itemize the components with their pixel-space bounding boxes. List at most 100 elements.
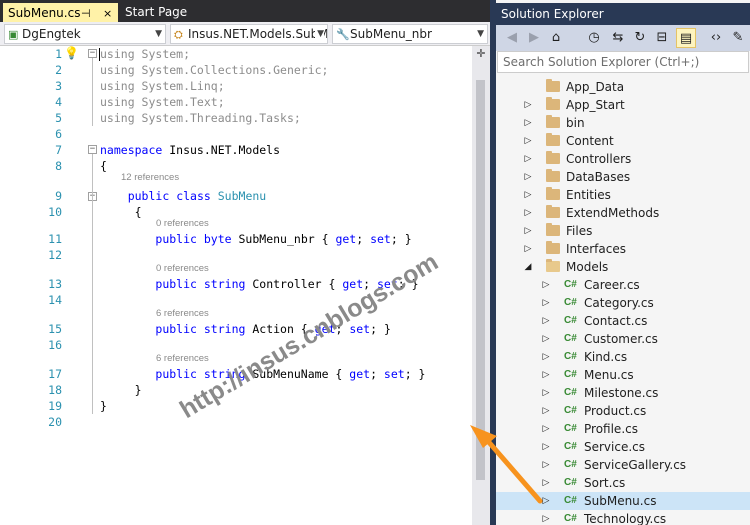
codelens-references[interactable]: 0 references bbox=[156, 262, 209, 276]
collapse-arrow-icon[interactable]: ◢ bbox=[523, 258, 533, 276]
search-input[interactable]: Search Solution Explorer (Ctrl+;) bbox=[497, 51, 749, 73]
tree-item[interactable]: ▷ Interfaces bbox=[496, 240, 750, 258]
code-token: using bbox=[100, 95, 135, 109]
tree-item[interactable]: ▷ C# ServiceGallery.cs bbox=[496, 456, 750, 474]
pin-icon[interactable]: ⊣ bbox=[81, 4, 91, 23]
tree-item[interactable]: App_Data bbox=[496, 78, 750, 96]
tree-item[interactable]: ▷ ExtendMethods bbox=[496, 204, 750, 222]
expand-arrow-icon[interactable]: ▷ bbox=[523, 132, 533, 150]
tree-item[interactable]: ▷ C# Kind.cs bbox=[496, 348, 750, 366]
csharp-file-icon: C# bbox=[564, 477, 577, 488]
code-line: 19} bbox=[0, 398, 472, 414]
collapse-all-icon[interactable]: ⊟ bbox=[652, 28, 672, 48]
lightbulb-icon[interactable]: 💡 bbox=[64, 46, 79, 60]
tab-start-page[interactable]: Start Page bbox=[120, 3, 200, 22]
history-icon[interactable]: ◷ bbox=[584, 28, 604, 48]
refresh-icon[interactable]: ↻ bbox=[630, 28, 650, 48]
tree-item[interactable]: ▷ C# Service.cs bbox=[496, 438, 750, 456]
properties-icon[interactable]: ✎ bbox=[728, 28, 748, 48]
expand-arrow-icon[interactable]: ▷ bbox=[541, 456, 551, 474]
code-text: using System; bbox=[100, 46, 190, 62]
tree-item[interactable]: ▷ App_Start bbox=[496, 96, 750, 114]
tree-item[interactable]: ▷ C# SubMenu.cs bbox=[496, 492, 750, 510]
tree-item-label: DataBases bbox=[566, 170, 631, 184]
line-number: 3 bbox=[55, 79, 62, 93]
home-icon[interactable]: ⌂ bbox=[546, 28, 566, 48]
tree-item[interactable]: ▷ C# Technology.cs bbox=[496, 510, 750, 525]
folder-open-icon bbox=[546, 259, 560, 272]
vertical-scrollbar[interactable]: ✛ bbox=[472, 46, 490, 525]
expand-arrow-icon[interactable]: ▷ bbox=[541, 474, 551, 492]
expand-arrow-icon[interactable]: ▷ bbox=[541, 312, 551, 330]
codelens-references[interactable]: 6 references bbox=[156, 352, 209, 366]
expand-arrow-icon[interactable]: ▷ bbox=[541, 492, 551, 510]
collapse-region-icon[interactable]: − bbox=[88, 49, 97, 58]
tree-item[interactable]: ▷ C# Product.cs bbox=[496, 402, 750, 420]
csharp-file-icon: C# bbox=[564, 369, 577, 380]
code-token: get bbox=[342, 277, 364, 291]
forward-icon[interactable]: ▶ bbox=[524, 28, 544, 48]
tree-item[interactable]: ◢ Models bbox=[496, 258, 750, 276]
scrollbar-thumb[interactable] bbox=[476, 80, 485, 480]
expand-arrow-icon[interactable]: ▷ bbox=[541, 402, 551, 420]
expand-arrow-icon[interactable]: ▷ bbox=[523, 204, 533, 222]
codelens-references[interactable]: 0 references bbox=[156, 217, 209, 231]
tree-item[interactable]: ▷ DataBases bbox=[496, 168, 750, 186]
expand-arrow-icon[interactable]: ▷ bbox=[541, 510, 551, 525]
type-dropdown[interactable]: ⛭ Insus.NET.Models.SubMenu ▼ bbox=[170, 24, 328, 44]
member-dropdown[interactable]: 🔧SubMenu_nbr ▼ bbox=[332, 24, 488, 44]
tree-item[interactable]: ▷ C# Milestone.cs bbox=[496, 384, 750, 402]
member-dropdown-value: SubMenu_nbr bbox=[350, 27, 432, 41]
view-code-icon[interactable]: ‹› bbox=[706, 28, 726, 48]
expand-arrow-icon[interactable]: ▷ bbox=[541, 294, 551, 312]
expand-arrow-icon[interactable]: ▷ bbox=[523, 168, 533, 186]
tree-item[interactable]: ▷ bin bbox=[496, 114, 750, 132]
collapse-region-icon[interactable]: − bbox=[88, 145, 97, 154]
codelens-references[interactable]: 6 references bbox=[156, 307, 209, 321]
tree-item[interactable]: ▷ C# Profile.cs bbox=[496, 420, 750, 438]
csharp-file-icon: C# bbox=[564, 315, 577, 326]
tree-item-label: SubMenu.cs bbox=[584, 494, 657, 508]
expand-arrow-icon[interactable]: ▷ bbox=[541, 366, 551, 384]
sync-icon[interactable]: ⇆ bbox=[608, 28, 628, 48]
tree-item-label: Kind.cs bbox=[584, 350, 628, 364]
code-area[interactable]: 1 using System; 2 using System.Collections.… bbox=[0, 46, 472, 525]
expand-arrow-icon[interactable]: ▷ bbox=[523, 240, 533, 258]
tree-item[interactable]: ▷ Entities bbox=[496, 186, 750, 204]
tree-item[interactable]: ▷ Controllers bbox=[496, 150, 750, 168]
code-token: set bbox=[370, 232, 391, 246]
tree-item[interactable]: ▷ C# Menu.cs bbox=[496, 366, 750, 384]
show-all-files-icon[interactable]: ▤ bbox=[676, 28, 696, 48]
tree-item[interactable]: ▷ Files bbox=[496, 222, 750, 240]
expand-arrow-icon[interactable]: ▷ bbox=[541, 384, 551, 402]
codelens-references[interactable]: 12 references bbox=[121, 171, 179, 185]
code-text: using System.Threading.Tasks; bbox=[100, 110, 301, 126]
close-icon[interactable]: × bbox=[103, 4, 112, 23]
tree-item[interactable]: ▷ C# Sort.cs bbox=[496, 474, 750, 492]
back-icon[interactable]: ◀ bbox=[502, 28, 522, 48]
tree-item[interactable]: ▷ C# Customer.cs bbox=[496, 330, 750, 348]
expand-arrow-icon[interactable]: ▷ bbox=[523, 96, 533, 114]
expand-arrow-icon[interactable]: ▷ bbox=[541, 276, 551, 294]
tree-item[interactable]: ▷ C# Career.cs bbox=[496, 276, 750, 294]
expand-arrow-icon[interactable]: ▷ bbox=[541, 330, 551, 348]
tree-item[interactable]: ▷ C# Category.cs bbox=[496, 294, 750, 312]
code-line: 18 } bbox=[0, 382, 472, 398]
code-line: 5 using System.Threading.Tasks; bbox=[0, 110, 472, 126]
expand-arrow-icon[interactable]: ▷ bbox=[523, 150, 533, 168]
expand-arrow-icon[interactable]: ▷ bbox=[541, 348, 551, 366]
tree-item[interactable]: ▷ C# Contact.cs bbox=[496, 312, 750, 330]
tab-submenu-cs[interactable]: SubMenu.cs ⊣ × bbox=[3, 3, 118, 22]
expand-arrow-icon[interactable]: ▷ bbox=[541, 420, 551, 438]
split-window-icon[interactable]: ✛ bbox=[474, 48, 488, 60]
expand-arrow-icon[interactable]: ▷ bbox=[523, 186, 533, 204]
line-number: 11 bbox=[48, 232, 62, 246]
text-caret bbox=[99, 48, 100, 61]
tree-item[interactable]: ▷ Content bbox=[496, 132, 750, 150]
expand-arrow-icon[interactable]: ▷ bbox=[541, 438, 551, 456]
expand-arrow-icon[interactable]: ▷ bbox=[523, 222, 533, 240]
expand-arrow-icon[interactable]: ▷ bbox=[523, 114, 533, 132]
tree-item-label: Product.cs bbox=[584, 404, 647, 418]
code-text: public string Controller { get; set; } bbox=[100, 276, 418, 292]
project-dropdown[interactable]: ▣ DgEngtek ▼ bbox=[4, 24, 166, 44]
